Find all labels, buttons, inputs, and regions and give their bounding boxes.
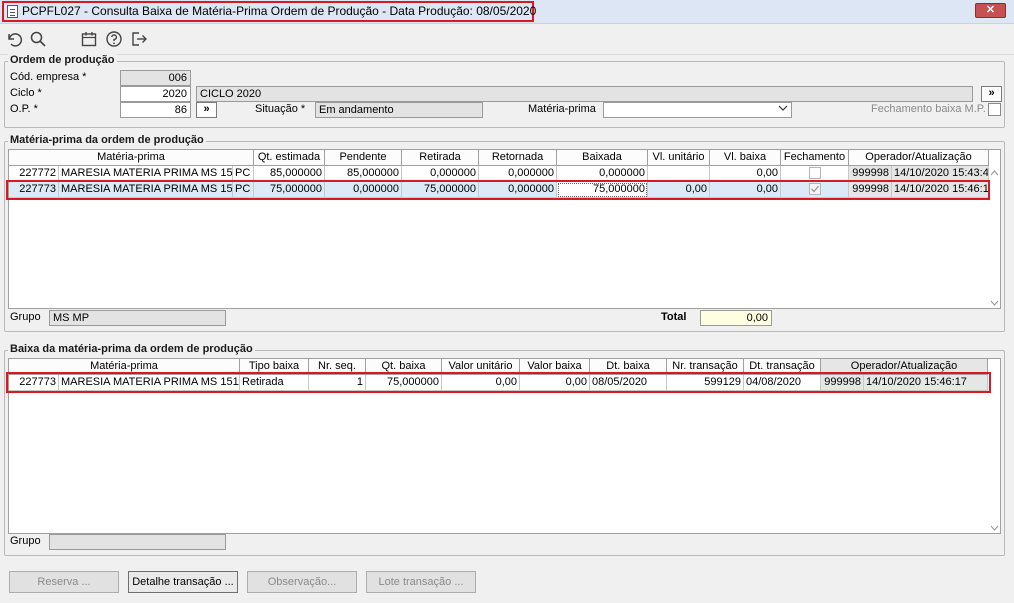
ciclo-description: CICLO 2020 (196, 86, 973, 102)
col-header[interactable]: Qt. estimada (254, 150, 325, 166)
undo-icon[interactable] (4, 30, 24, 50)
col-header[interactable]: Vl. baixa (710, 150, 781, 166)
materia-prima-select[interactable] (603, 102, 792, 118)
col-header[interactable]: Retirada (402, 150, 479, 166)
col-header[interactable]: Operador/Atualização (849, 150, 989, 166)
cod-empresa-label: Cód. empresa * (10, 71, 87, 83)
close-button[interactable]: ✕ (975, 3, 1006, 18)
col-header[interactable]: Matéria-prima (9, 150, 254, 166)
op-lookup-button[interactable]: » (196, 102, 217, 118)
detalhe-transacao-button[interactable]: Detalhe transação ... (128, 571, 238, 593)
total-field: 0,00 (700, 310, 772, 326)
scroll-down-icon[interactable] (990, 298, 999, 308)
scroll-up-icon[interactable] (990, 168, 999, 178)
ciclo-label: Ciclo * (10, 87, 42, 99)
col-header[interactable]: Pendente (325, 150, 402, 166)
fechamento-checkbox[interactable] (988, 103, 1001, 116)
op-input[interactable]: 86 (120, 102, 191, 118)
col-header[interactable]: Retornada (479, 150, 557, 166)
window-title: PCPFL027 - Consulta Baixa de Matéria-Pri… (22, 4, 537, 18)
search-icon[interactable] (28, 30, 48, 50)
observacao-button[interactable]: Observação... (247, 571, 357, 593)
baixa-row-highlight (6, 372, 991, 393)
toolbar (0, 25, 1014, 55)
fechamento-label: Fechamento baixa M.P. (871, 103, 986, 115)
situacao-label: Situação * (255, 103, 306, 115)
reserva-button[interactable]: Reserva ... (9, 571, 119, 593)
grupo-field: MS MP (49, 310, 226, 326)
baixa-group-title: Baixa da matéria-prima da ordem de produ… (8, 343, 255, 355)
ciclo-input[interactable]: 2020 (120, 86, 191, 102)
mp-ordem-table: Matéria-prima Qt. estimada Pendente Reti… (8, 149, 1001, 309)
col-header[interactable]: Vl. unitário (648, 150, 710, 166)
materia-prima-label: Matéria-prima (528, 103, 596, 115)
selected-row-highlight (6, 180, 990, 200)
col-header[interactable]: Baixada (557, 150, 648, 166)
op-label: O.P. * (10, 103, 38, 115)
fechamento-row-checkbox[interactable] (808, 167, 821, 179)
calendar-icon[interactable] (79, 30, 99, 50)
baixa-grupo-label: Grupo (10, 535, 41, 547)
ciclo-lookup-button[interactable]: » (981, 86, 1002, 102)
baixa-grupo-field (49, 534, 226, 550)
ordem-group-title: Ordem de produção (8, 54, 117, 66)
total-label: Total (661, 311, 687, 323)
chevron-down-icon[interactable] (776, 102, 790, 118)
cod-empresa-field: 006 (120, 70, 191, 86)
document-icon (7, 5, 18, 18)
grupo-label: Grupo (10, 311, 41, 323)
lote-transacao-button[interactable]: Lote transação ... (366, 571, 476, 593)
exit-icon[interactable] (129, 30, 149, 50)
help-icon[interactable] (104, 30, 124, 50)
mp-ordem-group-title: Matéria-prima da ordem de produção (8, 134, 206, 146)
col-header[interactable]: Fechamento (781, 150, 849, 166)
situacao-field: Em andamento (315, 102, 483, 118)
scroll-down-icon[interactable] (990, 523, 999, 533)
